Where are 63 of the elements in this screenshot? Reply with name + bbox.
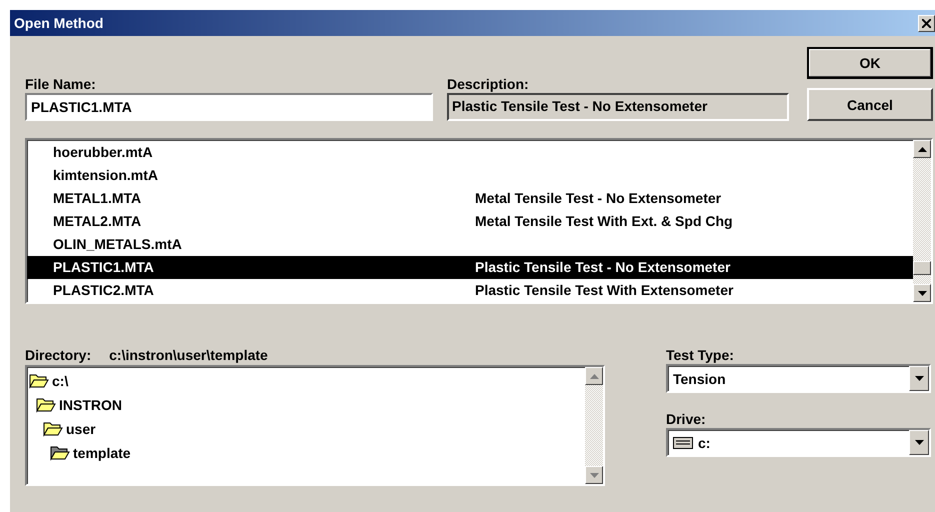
scroll-thumb[interactable] [913, 261, 931, 276]
list-row[interactable]: PLASTIC1.MTA Plastic Tensile Test - No Extensometer [27, 256, 913, 279]
list-row[interactable]: kimtension.mtA [27, 163, 913, 186]
list-row[interactable]: hoerubber.mtA [27, 140, 913, 164]
folder-name: user [66, 421, 96, 437]
test-type-dropdown[interactable]: Tension [666, 364, 931, 393]
tree-item[interactable]: INSTRON [29, 393, 585, 417]
file-name-cell-text: PLASTIC2.MTA [53, 282, 155, 298]
field-label: Drive: [666, 411, 707, 427]
drive-icon [673, 436, 693, 448]
down-arrow-icon [914, 376, 924, 381]
field-label: Test Type: [666, 347, 735, 363]
description-cell-text: Plastic Tensile Test With Extensometer [475, 282, 734, 298]
drive-dropdown[interactable]: c: [666, 428, 931, 457]
tree-item[interactable]: c:\ [29, 369, 585, 393]
file-name-field[interactable]: PLASTIC1.MTA [25, 93, 433, 121]
dropdown-value: Tension [672, 370, 727, 386]
dropdown-value: c: [697, 434, 712, 450]
tree-item[interactable]: user [29, 417, 585, 441]
folder-icon [29, 373, 49, 389]
list-row[interactable]: METAL1.MTA Metal Tensile Test - No Extensometer [27, 186, 913, 210]
scrollbar[interactable] [913, 140, 931, 302]
file-name-cell-text: PLASTIC1.MTA [53, 259, 155, 276]
scroll-down-button[interactable] [585, 466, 603, 484]
folder-icon [43, 421, 63, 437]
file-name-cell-text: OLIN_METALS.mtA [53, 236, 183, 252]
tree-item[interactable]: template [29, 441, 585, 465]
dropdown-button[interactable] [909, 366, 929, 391]
scroll-up-button[interactable] [585, 367, 603, 385]
field-label: File Name: [25, 76, 97, 92]
folder-icon [36, 397, 56, 413]
up-arrow-icon [918, 146, 926, 152]
folder-name: INSTRON [59, 397, 122, 413]
field-label: Directory: [25, 347, 92, 363]
scroll-down-button[interactable] [913, 284, 931, 302]
file-name-cell-text: hoerubber.mtA [53, 144, 154, 160]
dropdown-button[interactable] [909, 430, 929, 455]
file-name-cell-text: METAL2.MTA [53, 212, 142, 229]
file-name-cell-text: kimtension.mtA [53, 166, 160, 183]
list-row[interactable]: OLIN_METALS.mtA [27, 232, 913, 256]
file-name-cell-text: METAL1.MTA [53, 190, 142, 206]
scrollbar[interactable] [585, 367, 603, 484]
close-button[interactable] [918, 14, 935, 32]
folder-name: template [73, 445, 131, 461]
directory-path: c:\instron\user\template [109, 347, 268, 363]
scroll-up-button[interactable] [913, 140, 931, 158]
description-cell-text: Metal Tensile Test With Ext. & Spd Chg [475, 212, 734, 229]
description-field: Plastic Tensile Test - No Extensometer [447, 93, 789, 121]
down-arrow-icon [914, 440, 924, 445]
description-cell-text: Plastic Tensile Test - No Extensometer [475, 259, 732, 276]
list-row[interactable]: METAL2.MTA Metal Tensile Test With Ext. & Spd Chg [27, 209, 913, 233]
folder-name: c:\ [52, 373, 68, 389]
up-arrow-icon [590, 374, 598, 378]
folder-icon [50, 445, 70, 461]
ok-button[interactable]: OK [807, 47, 933, 79]
down-arrow-icon [590, 472, 598, 478]
cancel-button[interactable]: Cancel [807, 88, 933, 121]
field-label: Description: [447, 76, 530, 92]
down-arrow-icon [918, 290, 926, 296]
close-icon [922, 18, 931, 28]
list-row[interactable]: PLASTIC2.MTA Plastic Tensile Test With Extensometer [27, 278, 913, 302]
window-title: Open Method [14, 15, 104, 31]
description-cell-text: Metal Tensile Test - No Extensometer [475, 190, 722, 206]
